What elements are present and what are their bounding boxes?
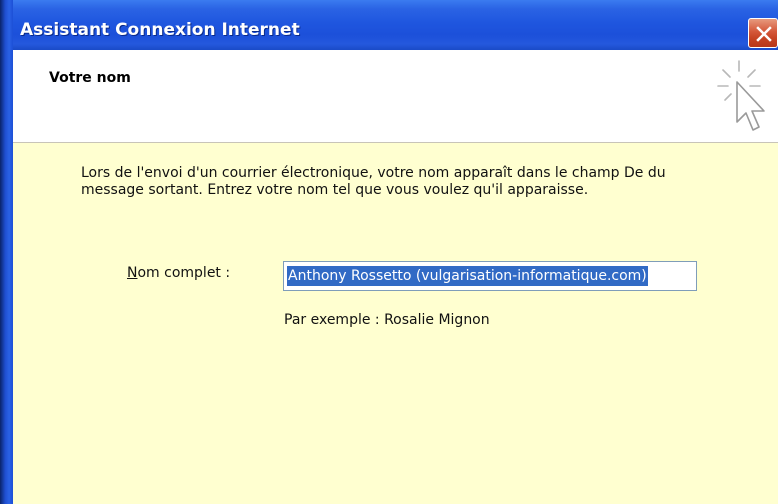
title-bar[interactable]: Assistant Connexion Internet [0,0,778,50]
full-name-label-mnemonic: N [127,265,138,281]
window-title: Assistant Connexion Internet [20,20,300,40]
example-text: Par exemple : Rosalie Mignon [284,312,490,328]
window-left-border [0,0,13,504]
full-name-input[interactable]: Anthony Rossetto (vulgarisation-informat… [283,261,697,291]
close-button[interactable] [748,18,778,48]
wizard-cursor-sparkle-icon [717,60,765,131]
full-name-input-value: Anthony Rossetto (vulgarisation-informat… [287,266,648,286]
close-icon [756,26,772,42]
wizard-window: Assistant Connexion Internet Votre nom L… [0,0,778,504]
wizard-content: Lors de l'envoi d'un courrier électroniq… [13,143,778,504]
full-name-label: Nom complet : [127,265,230,281]
description-text: Lors de l'envoi d'un courrier électroniq… [81,165,666,198]
wizard-header: Votre nom [13,50,778,143]
full-name-label-text: om complet : [137,265,231,281]
page-title: Votre nom [49,70,131,86]
